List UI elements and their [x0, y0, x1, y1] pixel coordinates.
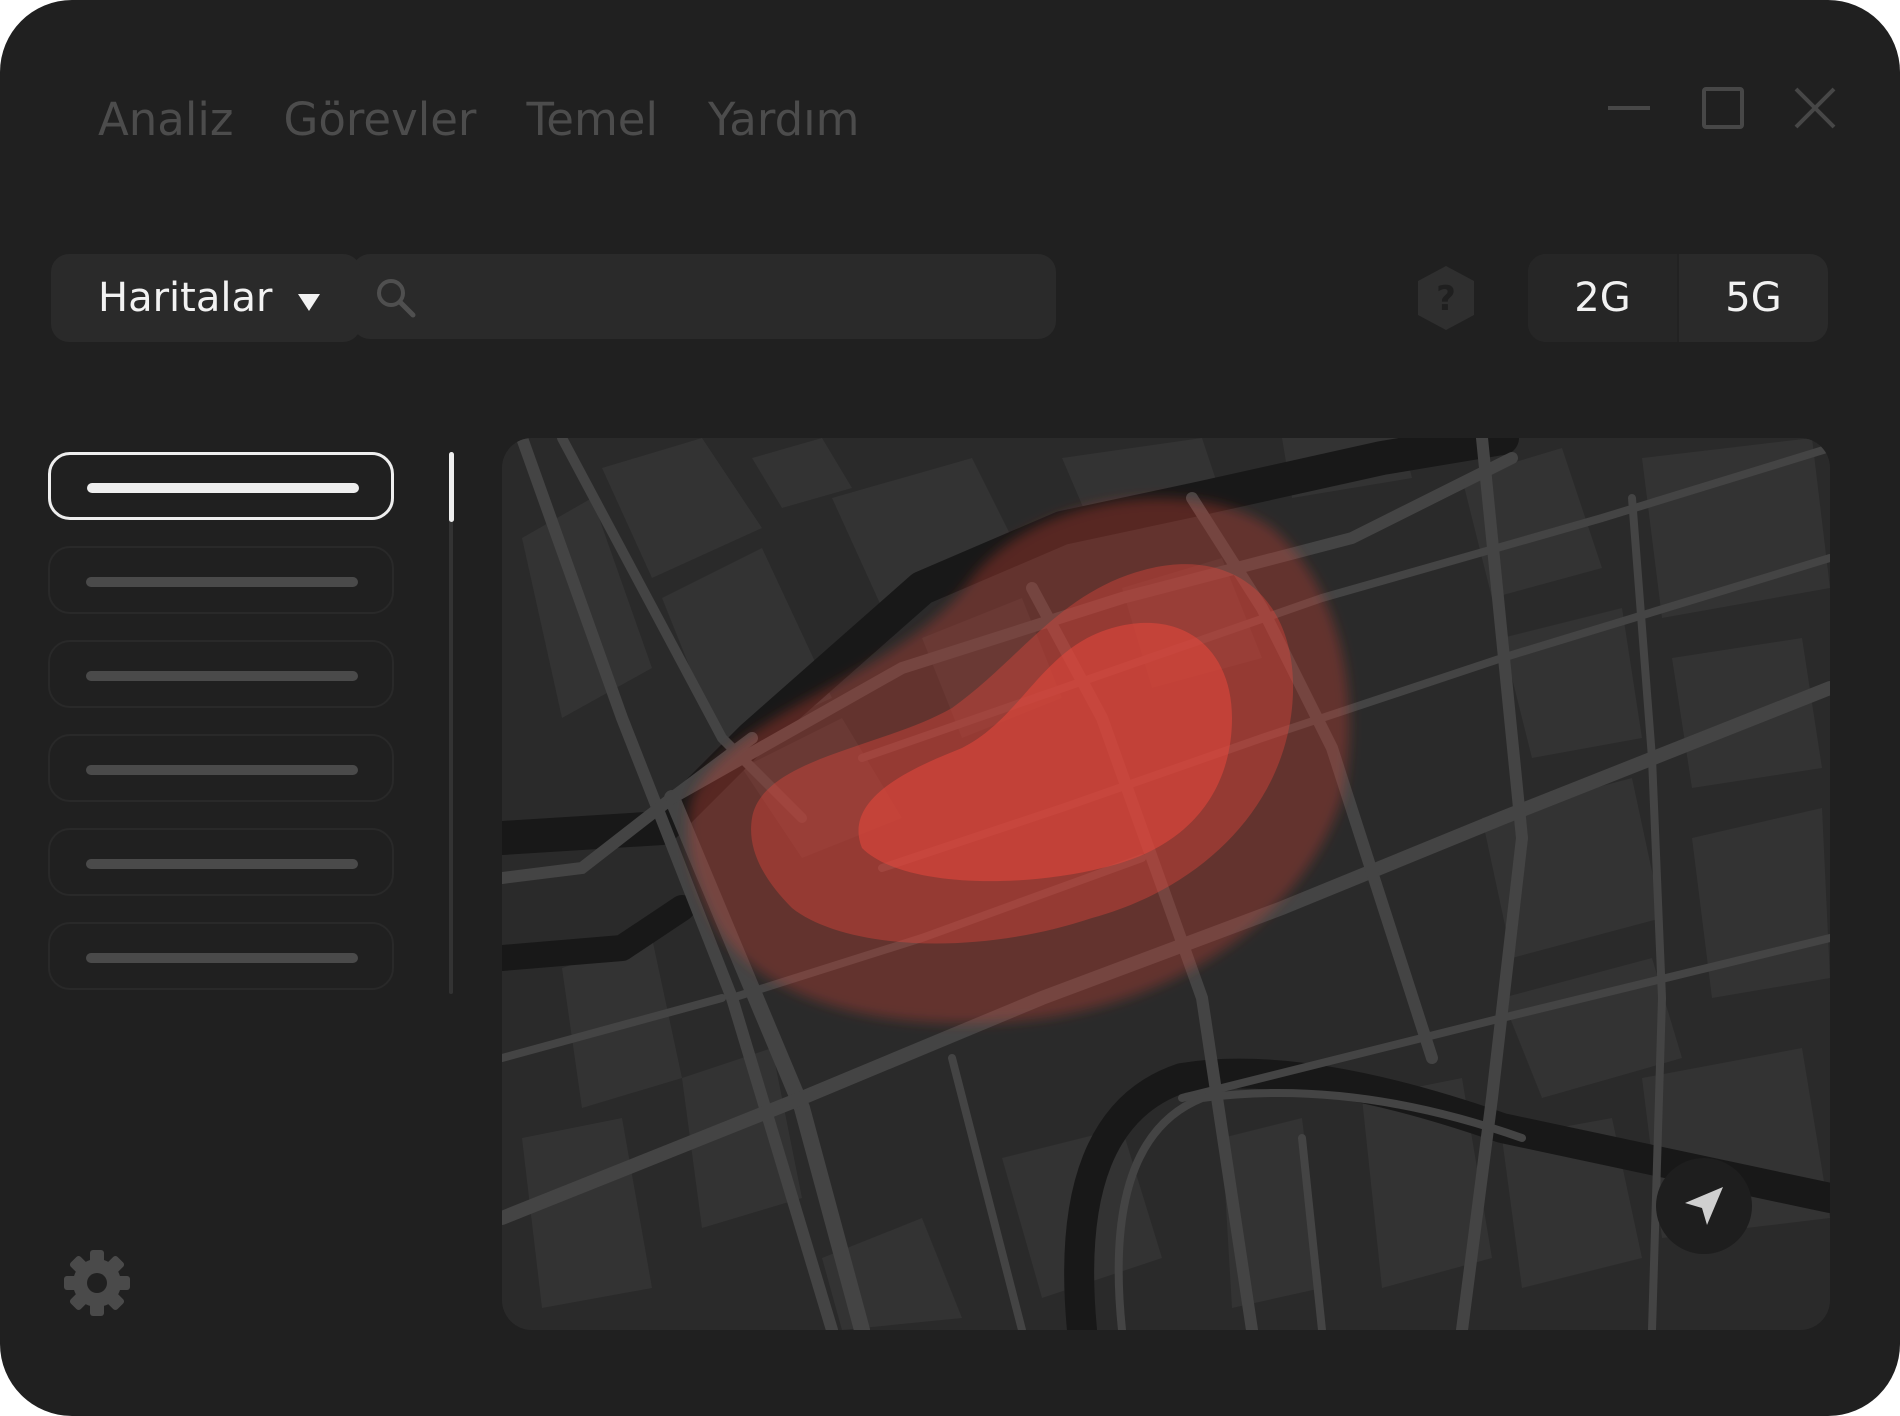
band-option-5g[interactable]: 5G: [1677, 254, 1828, 342]
search-input[interactable]: [432, 264, 1036, 331]
menu-bar: Analiz Görevler Temel Yardım: [98, 88, 859, 152]
list-item[interactable]: [48, 640, 394, 708]
list-item-placeholder-bar: [86, 577, 358, 587]
list-item-placeholder-bar: [86, 765, 358, 775]
scrollbar-track[interactable]: [449, 452, 453, 994]
list-item-placeholder-bar: [86, 953, 358, 963]
category-dropdown[interactable]: Haritalar: [51, 254, 361, 342]
gear-icon: [64, 1250, 130, 1316]
caret-down-icon: [298, 293, 321, 311]
menu-item-analiz[interactable]: Analiz: [98, 88, 234, 152]
list-item[interactable]: [48, 828, 394, 896]
city-map: [502, 438, 1830, 1330]
list-item[interactable]: [48, 734, 394, 802]
menu-item-temel[interactable]: Temel: [526, 88, 658, 152]
navigation-arrow-icon: [1685, 1187, 1723, 1225]
help-hexagon-icon: ?: [1418, 266, 1474, 330]
list-item[interactable]: [48, 452, 394, 520]
maximize-button[interactable]: [1700, 85, 1746, 131]
scrollbar-thumb[interactable]: [449, 452, 454, 522]
maximize-icon: [1702, 87, 1744, 129]
search-icon: [377, 279, 416, 318]
list-item[interactable]: [48, 546, 394, 614]
app-window: Analiz Görevler Temel Yardım Haritalar ?…: [0, 0, 1900, 1416]
network-band-toggle: 2G 5G: [1528, 254, 1828, 342]
menu-item-yardim[interactable]: Yardım: [708, 88, 859, 152]
locate-button[interactable]: [1656, 1158, 1752, 1254]
help-button[interactable]: ?: [1412, 264, 1480, 332]
search-box: [352, 254, 1056, 339]
band-option-2g[interactable]: 2G: [1528, 254, 1677, 342]
list-item-placeholder-bar: [86, 859, 358, 869]
minimize-icon: [1608, 106, 1650, 110]
list-item-placeholder-bar: [87, 483, 359, 493]
menu-item-gorevler[interactable]: Görevler: [284, 88, 477, 152]
minimize-button[interactable]: [1606, 85, 1652, 131]
category-dropdown-label: Haritalar: [98, 275, 273, 321]
map-view[interactable]: [502, 438, 1830, 1330]
settings-button[interactable]: [62, 1248, 132, 1318]
close-icon: [1794, 87, 1836, 129]
close-button[interactable]: [1792, 85, 1838, 131]
list-item[interactable]: [48, 922, 394, 990]
list-item-placeholder-bar: [86, 671, 358, 681]
svg-text:?: ?: [1436, 279, 1456, 319]
